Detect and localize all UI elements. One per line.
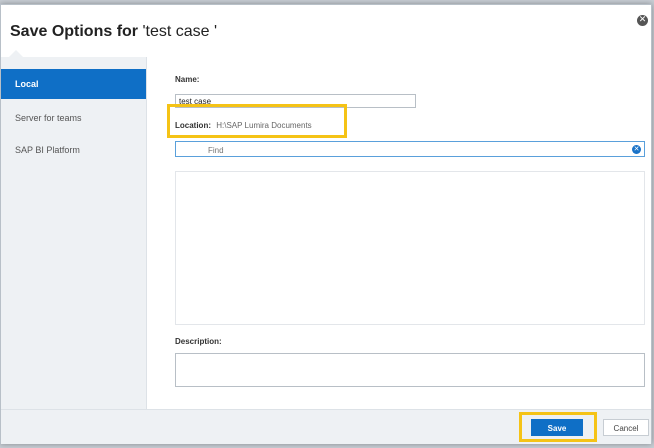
sidebar-item-sap-bi-platform[interactable]: SAP BI Platform bbox=[1, 135, 146, 165]
description-label: Description: bbox=[175, 337, 222, 346]
description-field[interactable] bbox=[175, 353, 645, 387]
sidebar-item-local[interactable]: Local bbox=[1, 69, 146, 99]
sidebar-item-label: SAP BI Platform bbox=[15, 145, 80, 155]
find-input[interactable] bbox=[206, 143, 610, 157]
clear-search-icon[interactable]: ✕ bbox=[632, 145, 641, 154]
dialog-title-bar: Save Options for 'test case ' ✕ bbox=[1, 5, 651, 57]
sidebar-item-label: Local bbox=[15, 79, 39, 89]
name-label: Name: bbox=[175, 75, 200, 84]
file-browser-list[interactable] bbox=[175, 171, 645, 325]
save-options-dialog: Save Options for 'test case ' ✕ Local Se… bbox=[0, 4, 652, 444]
sidebar-item-server-for-teams[interactable]: Server for teams bbox=[1, 103, 146, 133]
save-form: Name: Location: H:\SAP Lumira Documents … bbox=[147, 57, 651, 409]
save-location-sidebar: Local Server for teams SAP BI Platform bbox=[1, 50, 147, 409]
close-icon[interactable]: ✕ bbox=[637, 15, 648, 26]
dialog-title-document-name: 'test case ' bbox=[142, 23, 218, 40]
sidebar-pointer bbox=[9, 50, 23, 57]
sidebar-item-label: Server for teams bbox=[15, 113, 82, 123]
save-button[interactable]: Save bbox=[531, 419, 583, 436]
cancel-button[interactable]: Cancel bbox=[603, 419, 649, 436]
dialog-title-prefix: Save Options for bbox=[10, 23, 139, 40]
dialog-title: Save Options for 'test case ' bbox=[10, 23, 217, 41]
location-highlight bbox=[167, 104, 347, 138]
dialog-footer: Save Cancel bbox=[1, 409, 651, 444]
find-box: ✕ bbox=[175, 141, 645, 157]
